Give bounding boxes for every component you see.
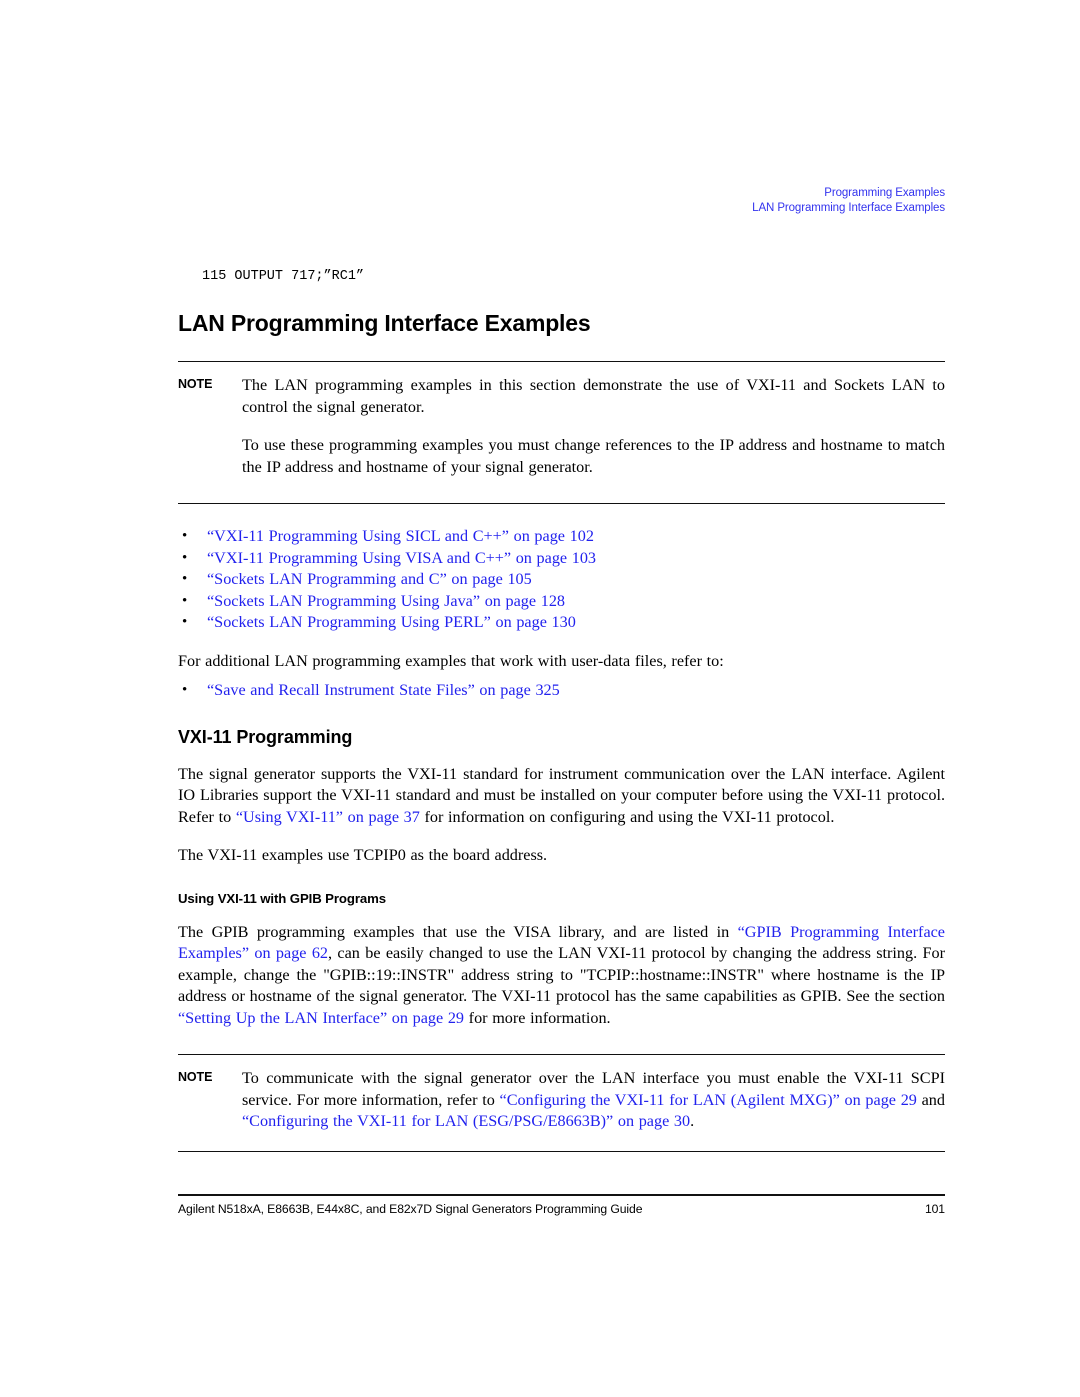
paragraph-text: .	[690, 1112, 695, 1130]
list-item: “VXI-11 Programming Using SICL and C++” …	[178, 526, 945, 548]
paragraph-text: for information on configuring and using…	[419, 807, 835, 826]
list-item: “Save and Recall Instrument State Files”…	[178, 680, 945, 702]
cross-reference-link[interactable]: “Sockets LAN Programming and C” on page …	[207, 570, 532, 588]
document-page: Programming Examples LAN Programming Int…	[0, 0, 1080, 1397]
list-item: “VXI-11 Programming Using VISA and C++” …	[178, 548, 945, 570]
vxi11-paragraph-2: The VXI-11 examples use TCPIP0 as the bo…	[178, 846, 548, 864]
page-title: LAN Programming Interface Examples	[178, 310, 591, 336]
userdata-link-list: “Save and Recall Instrument State Files”…	[178, 680, 945, 702]
note-block-2: NOTE To communicate with the signal gene…	[178, 1068, 945, 1133]
cross-reference-link[interactable]: “VXI-11 Programming Using SICL and C++” …	[207, 527, 594, 545]
rule-below-note2	[178, 1150, 945, 1152]
list-item: “Sockets LAN Programming Using PERL” on …	[178, 612, 945, 634]
paragraph-text: The GPIB programming examples that use t…	[178, 922, 738, 941]
footer-page-number: 101	[924, 1202, 945, 1216]
inline-cross-reference-link[interactable]: “Setting Up the LAN Interface” on page 2…	[178, 1009, 464, 1027]
vxi11-paragraph-1: The signal generator supports the VXI-11…	[178, 764, 945, 829]
paragraph-text: for more information.	[464, 1008, 611, 1027]
cross-reference-link[interactable]: “Sockets LAN Programming Using Java” on …	[207, 592, 565, 610]
list-item: “Sockets LAN Programming Using Java” on …	[178, 591, 945, 613]
rule-below-note1	[178, 503, 945, 504]
cross-reference-link[interactable]: “Save and Recall Instrument State Files”…	[207, 681, 560, 699]
section-heading-vxi11: VXI-11 Programming	[178, 726, 353, 747]
code-line: 115 OUTPUT 717;”RC1”	[202, 269, 365, 284]
subsection-heading-gpib: Using VXI-11 with GPIB Programs	[178, 890, 386, 906]
gpib-paragraph: The GPIB programming examples that use t…	[178, 922, 945, 1030]
list-item: “Sockets LAN Programming and C” on page …	[178, 569, 945, 591]
page-footer: Agilent N518xA, E8663B, E44x8C, and E82x…	[178, 1202, 945, 1216]
note1-paragraph-1: The LAN programming examples in this sec…	[242, 376, 945, 416]
userdata-intro-paragraph: For additional LAN programming examples …	[178, 651, 724, 670]
note-body: To communicate with the signal generator…	[242, 1068, 945, 1133]
footer-guide-title: Agilent N518xA, E8663B, E44x8C, and E82x…	[178, 1202, 643, 1216]
inline-cross-reference-link[interactable]: “Configuring the VXI-11 for LAN (ESG/PSG…	[242, 1112, 690, 1130]
note1-paragraph-2: To use these programming examples you mu…	[242, 436, 945, 476]
cross-reference-link[interactable]: “VXI-11 Programming Using VISA and C++” …	[207, 549, 596, 567]
rule-above-note2	[178, 1054, 945, 1055]
inline-cross-reference-link[interactable]: “Configuring the VXI-11 for LAN (Agilent…	[500, 1091, 917, 1109]
note2-paragraph: To communicate with the signal generator…	[242, 1068, 945, 1133]
inline-cross-reference-link[interactable]: “Using VXI-11” on page 37	[236, 808, 420, 826]
rule-above-note1	[178, 361, 945, 362]
note-block-1: NOTE The LAN programming examples in thi…	[178, 375, 945, 478]
note-label: NOTE	[178, 377, 213, 391]
footer-divider	[178, 1194, 945, 1196]
cross-reference-link[interactable]: “Sockets LAN Programming Using PERL” on …	[207, 613, 576, 631]
paragraph-text: and	[916, 1090, 945, 1109]
cross-reference-link-list: “VXI-11 Programming Using SICL and C++” …	[178, 526, 945, 634]
note-label: NOTE	[178, 1070, 213, 1084]
note-body: The LAN programming examples in this sec…	[242, 375, 945, 478]
page-content: 115 OUTPUT 717;”RC1” LAN Programming Int…	[178, 0, 945, 1152]
